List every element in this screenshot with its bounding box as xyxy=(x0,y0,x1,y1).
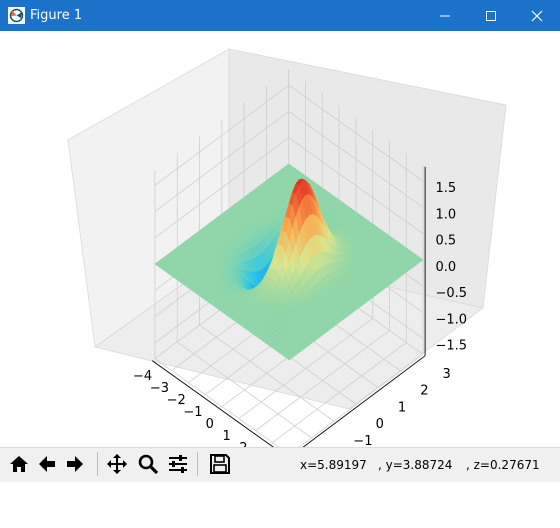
home-icon xyxy=(10,456,28,472)
matplotlib-app-icon xyxy=(8,7,25,24)
z-tick-label: −0.5 xyxy=(436,286,468,301)
x-tick-label: 1 xyxy=(222,429,230,444)
zoom-button[interactable] xyxy=(135,451,161,477)
toolbar-separator xyxy=(197,452,198,476)
title-bar[interactable]: Figure 1 xyxy=(0,0,560,31)
maximize-icon xyxy=(486,11,496,21)
z-tick-label: −1.0 xyxy=(436,312,468,327)
z-tick-label: 0.5 xyxy=(436,234,457,249)
z-tick-label: −1.5 xyxy=(436,339,468,354)
x-tick-label: −1 xyxy=(183,405,202,420)
minimize-button[interactable] xyxy=(422,0,468,31)
cursor-y-readout: , y=3.88724 xyxy=(378,458,453,472)
arrow-right-icon xyxy=(67,456,83,472)
magnifier-icon xyxy=(138,454,159,475)
window-title: Figure 1 xyxy=(30,8,83,23)
toolbar-separator xyxy=(97,452,98,476)
home-button[interactable] xyxy=(6,451,32,477)
y-tick-label: −1 xyxy=(353,434,372,447)
close-icon xyxy=(531,10,543,22)
figure-window: Figure 1 −4−3−2−101234 −3−2−10123 1.51.0… xyxy=(0,0,560,482)
back-button[interactable] xyxy=(34,451,60,477)
cursor-coordinates: x=5.89197 , y=3.88724 , z=0.27671 xyxy=(300,458,540,528)
figure-canvas[interactable]: −4−3−2−101234 −3−2−10123 1.51.00.50.0−0.… xyxy=(0,31,560,447)
z-tick-label: 1.0 xyxy=(436,207,457,222)
move-arrows-icon xyxy=(107,454,127,474)
maximize-button[interactable] xyxy=(468,0,514,31)
cursor-z-readout: , z=0.27671 xyxy=(466,458,540,472)
navigation-toolbar: x=5.89197 , y=3.88724 , z=0.27671 xyxy=(0,447,560,482)
arrow-left-icon xyxy=(39,456,55,472)
forward-button[interactable] xyxy=(62,451,88,477)
close-button[interactable] xyxy=(514,0,560,31)
floppy-disk-icon xyxy=(210,454,230,474)
configure-subplots-button[interactable] xyxy=(165,451,191,477)
save-figure-button[interactable] xyxy=(207,451,233,477)
y-tick-label: 2 xyxy=(420,384,428,399)
x-tick-label: 0 xyxy=(206,417,214,432)
y-tick-label: 1 xyxy=(398,400,406,415)
y-tick-label: 0 xyxy=(376,417,384,432)
sliders-icon xyxy=(169,455,187,473)
cursor-x-readout: x=5.89197 xyxy=(300,458,367,472)
surface-plot-3d[interactable]: −4−3−2−101234 −3−2−10123 1.51.00.50.0−0.… xyxy=(0,31,560,447)
y-tick-label: 3 xyxy=(443,367,451,382)
pan-button[interactable] xyxy=(104,451,130,477)
z-tick-label: 1.5 xyxy=(436,181,457,196)
minimize-icon xyxy=(440,15,450,17)
z-tick-label: 0.0 xyxy=(436,260,457,275)
